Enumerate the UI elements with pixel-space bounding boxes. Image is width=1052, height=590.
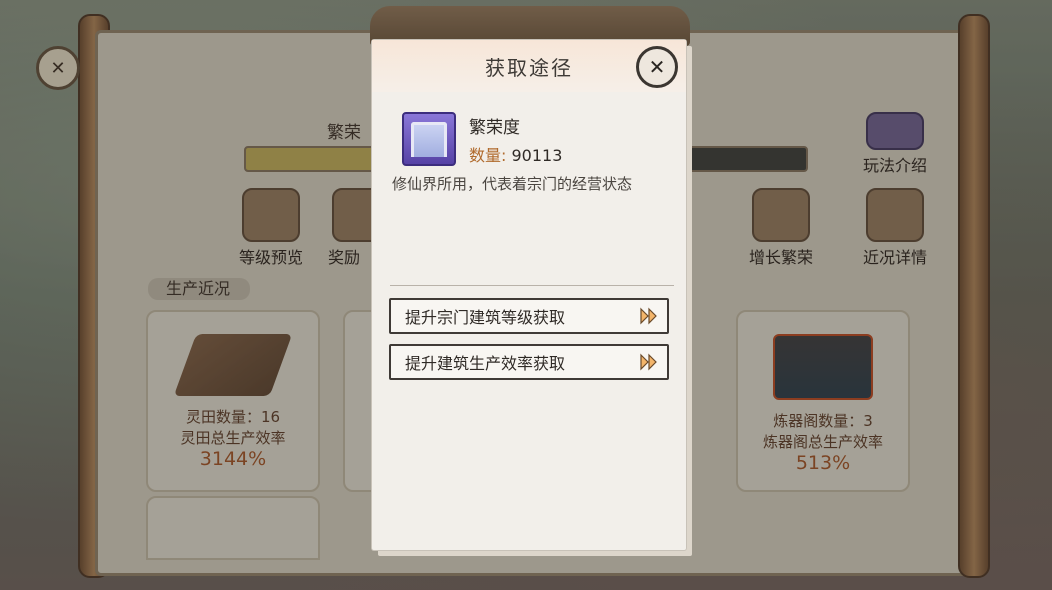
route-improve-efficiency-label: 提升建筑生产效率获取 [405, 354, 566, 373]
double-arrow-icon [640, 307, 657, 325]
item-name: 繁荣度 [469, 118, 520, 138]
gate-glyph [411, 121, 447, 157]
item-quantity: 数量: 90113 [469, 142, 562, 166]
close-icon: ✕ [648, 55, 666, 79]
route-improve-efficiency[interactable]: 提升建筑生产效率获取 [389, 344, 669, 380]
quantity-value: 90113 [511, 146, 563, 165]
route-upgrade-building[interactable]: 提升宗门建筑等级获取 [389, 298, 669, 334]
item-description: 修仙界所用，代表着宗门的经营状态 [392, 175, 633, 193]
quantity-label: 数量: [469, 146, 507, 165]
double-arrow-icon [640, 353, 657, 371]
route-upgrade-building-label: 提升宗门建筑等级获取 [405, 308, 566, 327]
close-button[interactable]: ✕ [636, 46, 678, 88]
acquire-route-popup: 获取途径 ✕ 繁荣度 数量: 90113 修仙界所用，代表着宗门的经营状态 提升… [372, 40, 686, 550]
divider [390, 285, 674, 286]
prosperity-gate-icon [402, 112, 456, 166]
